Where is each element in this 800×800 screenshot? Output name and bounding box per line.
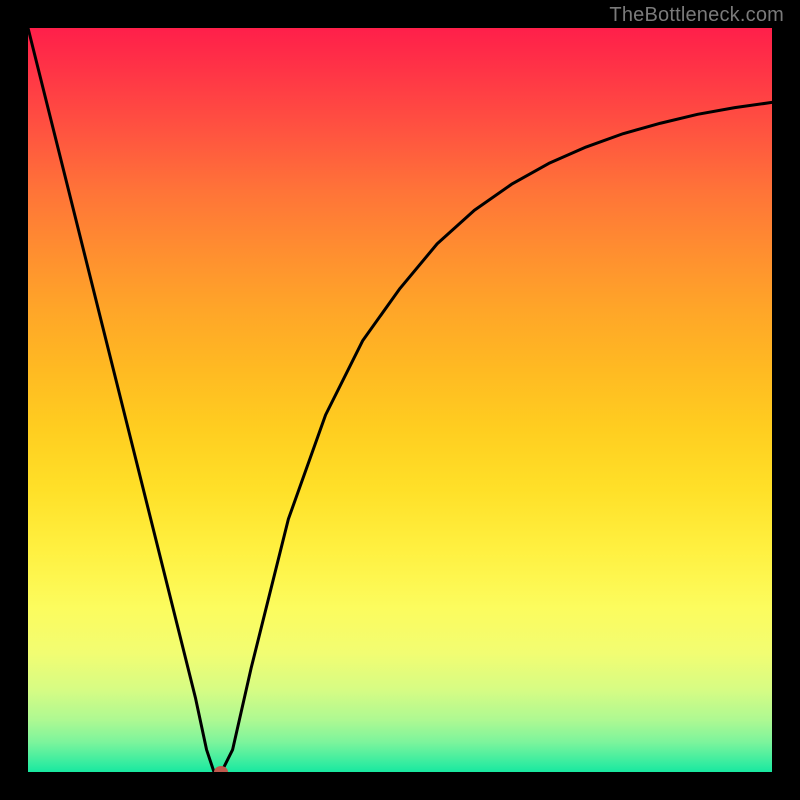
chart-frame: TheBottleneck.com — [0, 0, 800, 800]
plot-area — [28, 28, 772, 772]
attribution-text: TheBottleneck.com — [609, 4, 784, 27]
bottleneck-curve — [28, 28, 772, 772]
optimum-marker — [214, 766, 228, 772]
